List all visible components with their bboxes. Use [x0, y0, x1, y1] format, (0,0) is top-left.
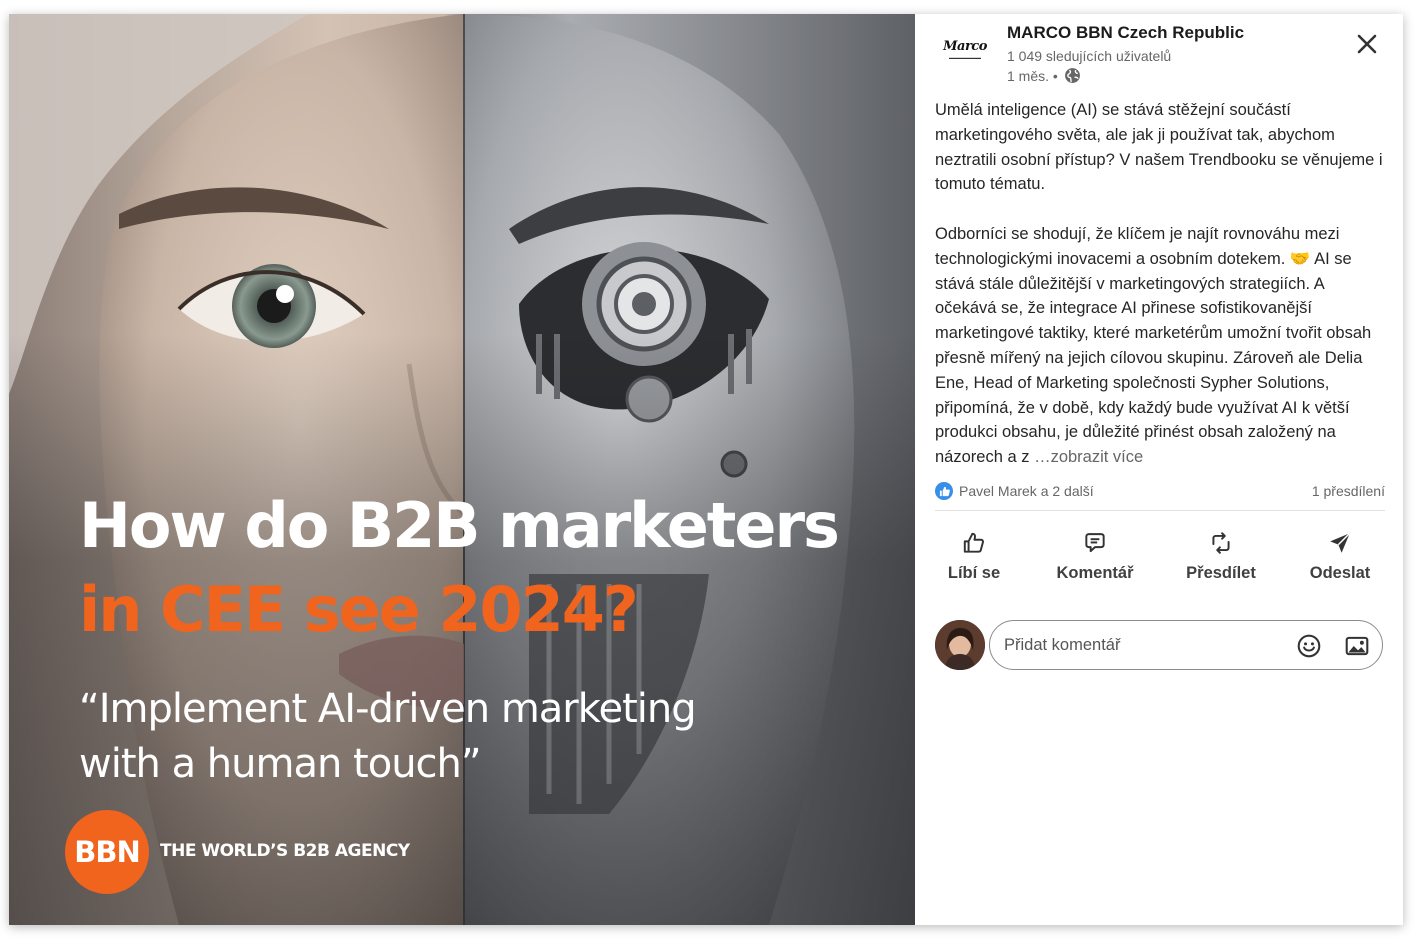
repost-label: Přesdílet [1186, 564, 1256, 582]
quote-line-2: with a human touch” [79, 741, 482, 787]
post-paragraph-2-text: Odborníci se shodují, že klíčem je najít… [935, 224, 1372, 467]
user-avatar[interactable] [935, 620, 985, 670]
post-paragraph-2: Odborníci se shodují, že klíčem je najít… [935, 222, 1387, 470]
post-text: Umělá inteligence (AI) se stává stěžejní… [935, 98, 1387, 470]
comment-input[interactable] [1002, 634, 1286, 656]
image-headline: How do B2B marketers in CEE see 2024? [79, 484, 840, 652]
post-time: 1 měs. • [1007, 67, 1058, 84]
close-icon [1357, 34, 1377, 54]
comment-box [989, 620, 1383, 670]
comment-label: Komentář [1056, 564, 1134, 582]
post-panel: Marco ▬▬▬▬▬▬▬▬ MARCO BBN Czech Republic … [915, 14, 1403, 925]
reactions-bar: Pavel Marek a 2 další 1 přesdílení [935, 480, 1385, 502]
company-logo-rule: ▬▬▬▬▬▬▬▬ [949, 54, 981, 60]
like-button[interactable]: Líbí se [945, 524, 1003, 590]
image-icon[interactable] [1344, 633, 1370, 659]
reshare-count[interactable]: 1 přesdílení [1312, 483, 1385, 499]
follower-count: 1 049 sledujících uživatelů [1007, 48, 1172, 64]
repost-icon [1212, 532, 1230, 554]
post-paragraph-1: Umělá inteligence (AI) se stává stěžejní… [935, 101, 1383, 194]
thumbs-up-icon [963, 532, 984, 553]
send-button[interactable]: Odeslat [1303, 524, 1377, 590]
company-logo[interactable]: Marco ▬▬▬▬▬▬▬▬ [935, 32, 995, 66]
comment-icon [1085, 533, 1105, 553]
headline-white: How do B2B marketers [79, 489, 840, 562]
emoji-icon[interactable] [1296, 633, 1322, 659]
post-modal: How do B2B marketers in CEE see 2024? “I… [9, 14, 1403, 925]
company-name[interactable]: MARCO BBN Czech Republic [1007, 23, 1244, 43]
headline-orange: in CEE see 2024? [79, 573, 639, 646]
like-reaction-icon [935, 482, 953, 500]
divider [935, 510, 1385, 511]
company-logo-text: Marco [943, 38, 987, 54]
post-image[interactable]: How do B2B marketers in CEE see 2024? “I… [9, 14, 915, 925]
image-quote: “Implement AI-driven marketing with a hu… [79, 682, 697, 792]
post-meta: 1 měs. • [1007, 67, 1081, 84]
close-button[interactable] [1353, 30, 1381, 58]
send-label: Odeslat [1309, 564, 1371, 582]
quote-line-1: “Implement AI-driven marketing [79, 686, 697, 732]
comment-button[interactable]: Komentář [1053, 524, 1137, 590]
send-icon [1330, 532, 1351, 553]
see-more-link[interactable]: …zobrazit více [1034, 448, 1143, 466]
bbn-logo: BBN [65, 810, 149, 894]
repost-button[interactable]: Přesdílet [1181, 524, 1261, 590]
reactions-count[interactable]: Pavel Marek a 2 další [959, 483, 1094, 499]
agency-tagline: THE WORLD’S B2B AGENCY [160, 841, 410, 861]
action-bar: Líbí se Komentář Přesdílet Odeslat [935, 524, 1385, 590]
globe-icon [1064, 68, 1080, 83]
avatar-photo [935, 620, 985, 670]
like-label: Líbí se [947, 564, 1001, 582]
